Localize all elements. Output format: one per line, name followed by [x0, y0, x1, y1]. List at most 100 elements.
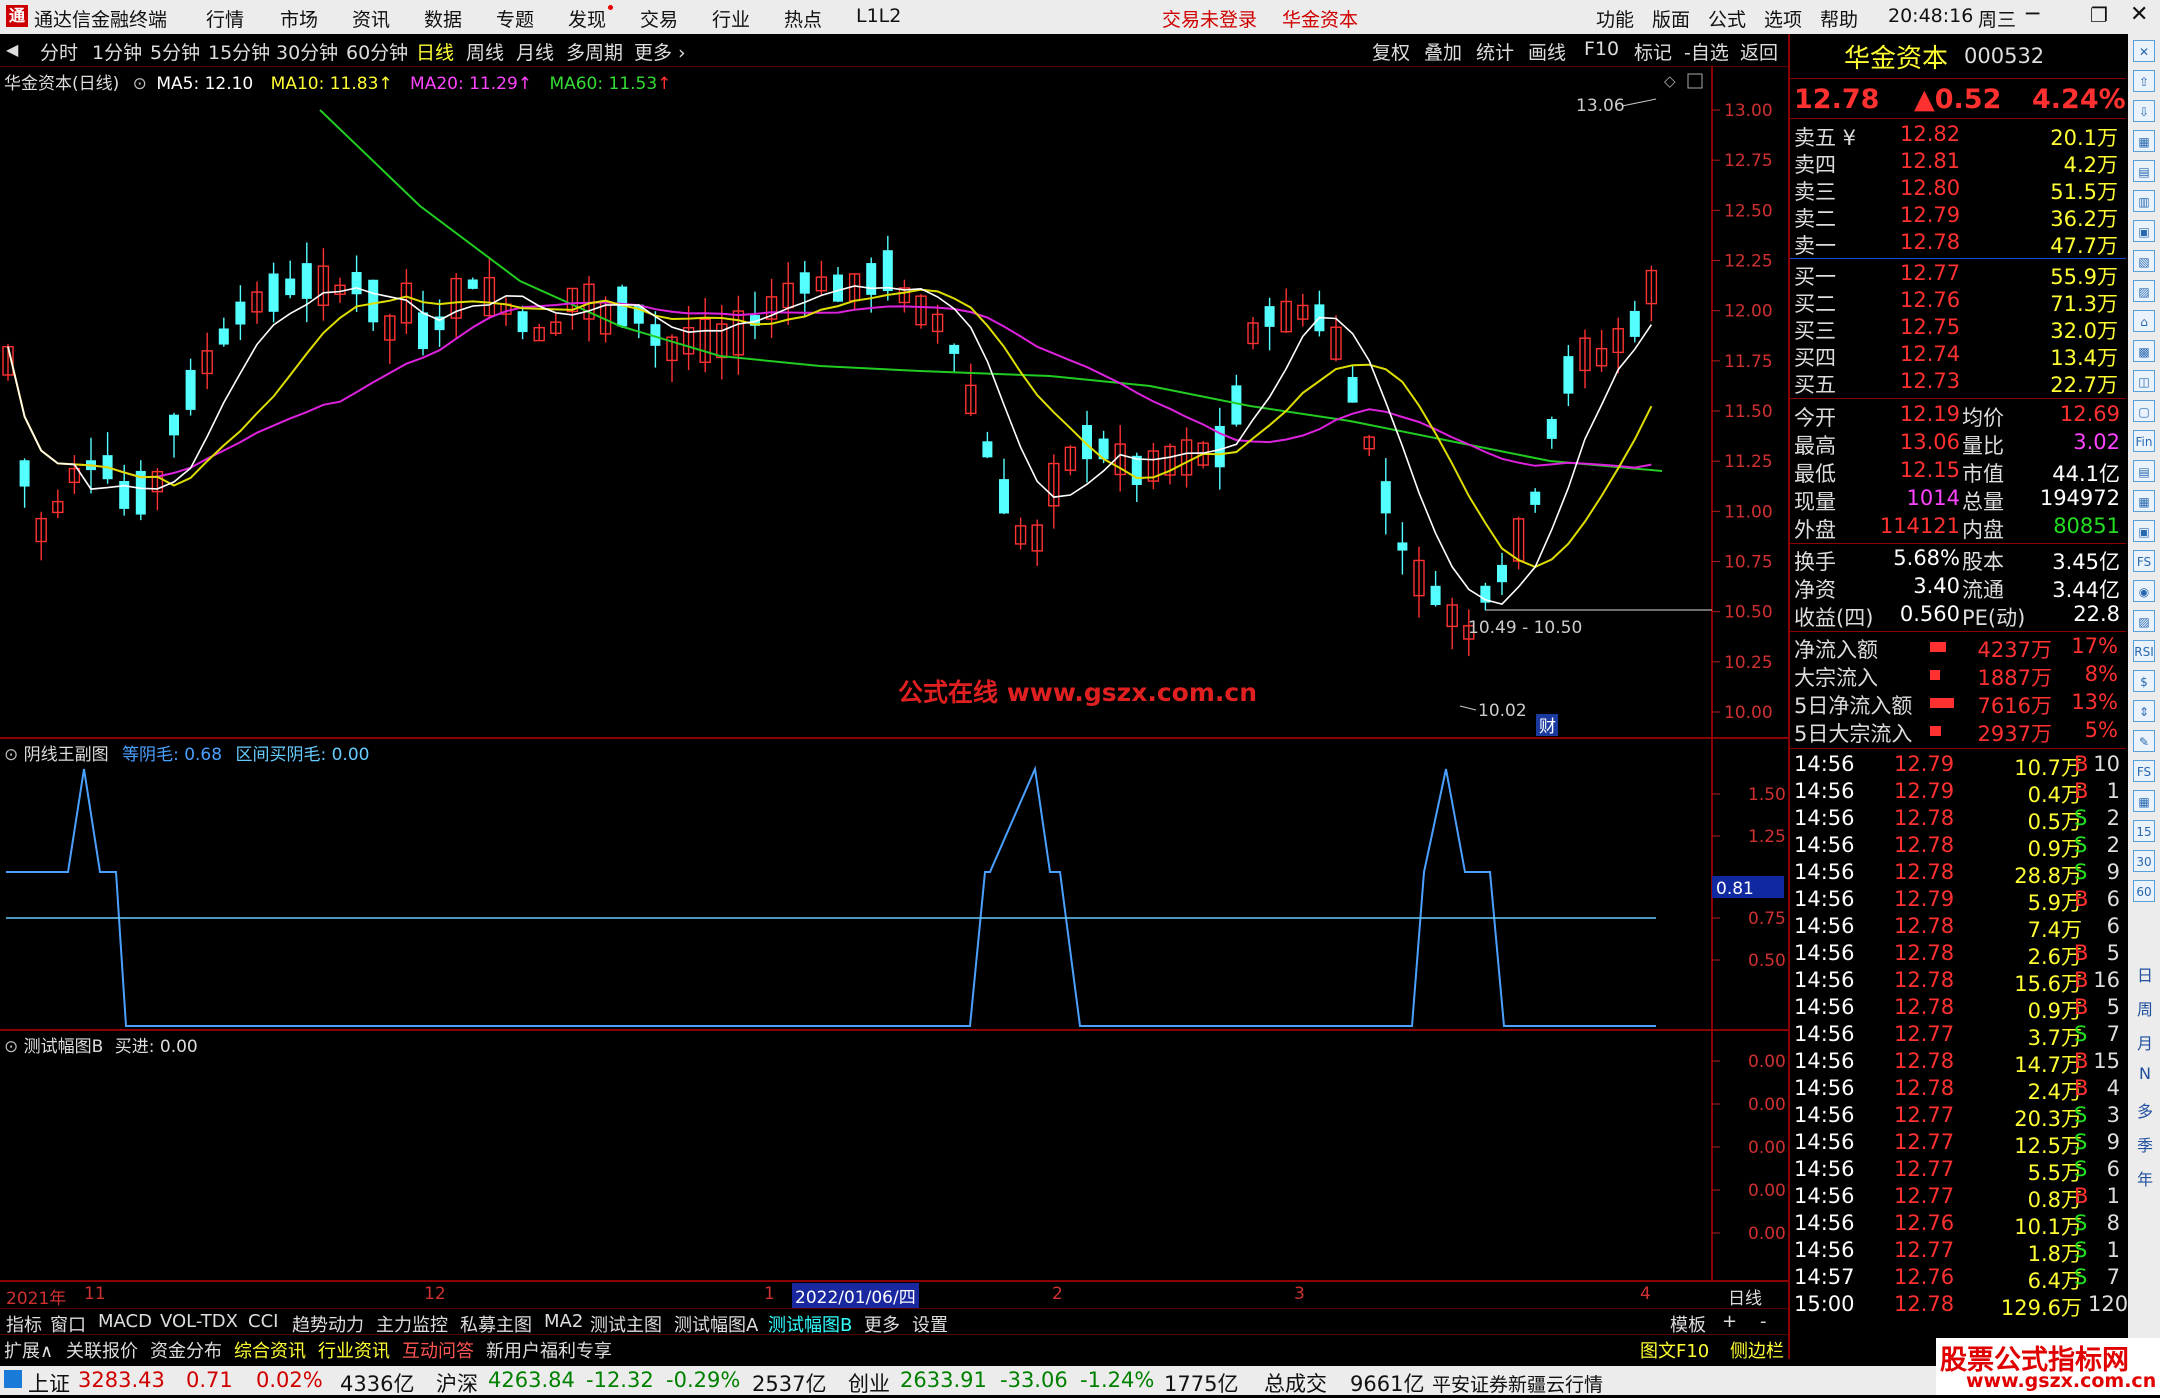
tool-back[interactable]: 返回	[1740, 38, 1778, 65]
menu-hot[interactable]: 热点	[784, 5, 822, 32]
sidebar-tool-icon[interactable]: ◉	[2133, 580, 2155, 602]
tab-related-quotes[interactable]: 关联报价	[66, 1337, 138, 1363]
sidebar-tool-icon[interactable]: ⇩	[2133, 100, 2155, 122]
sidebar-tool-icon[interactable]: ▤	[2133, 460, 2155, 482]
sidebar-period-6[interactable]: 年	[2134, 1166, 2156, 1190]
sidebar-tool-icon[interactable]: ▣	[2133, 220, 2155, 242]
period-more[interactable]: 更多 ›	[634, 38, 686, 65]
tab-ma2[interactable]: MA2	[544, 1311, 583, 1332]
panel-toggle-icon[interactable]	[1687, 73, 1703, 89]
sh-name[interactable]: 上证	[28, 1368, 70, 1398]
server-name[interactable]: 平安证券新疆云行情	[1432, 1370, 1603, 1397]
diamond-icon[interactable]: ◇	[1664, 72, 1676, 90]
settings-circle-icon[interactable]: ⊙	[4, 745, 18, 765]
tab-cci[interactable]: CCI	[248, 1311, 278, 1332]
sidebar-tool-icon[interactable]: FS	[2133, 550, 2155, 572]
stat-label: 市值	[1962, 462, 2004, 486]
sidebar-period-3[interactable]: N	[2134, 1064, 2156, 1083]
sidebar-tool-icon[interactable]: ▨	[2133, 610, 2155, 632]
sidebar-tool-icon[interactable]: Fin	[2133, 430, 2155, 452]
period-15min[interactable]: 15分钟	[208, 38, 270, 65]
tab-new-user-benefits[interactable]: 新用户福利专享	[486, 1337, 612, 1363]
sidebar-tool-icon[interactable]: $	[2133, 670, 2155, 692]
sidebar-tool-icon[interactable]: ▣	[2133, 520, 2155, 542]
period-1min[interactable]: 1分钟	[92, 38, 142, 65]
tab-fund-distribution[interactable]: 资金分布	[150, 1337, 222, 1363]
tool-mark[interactable]: 标记	[1634, 38, 1672, 65]
close-icon[interactable]: ✕	[2130, 2, 2148, 27]
menu-function[interactable]: 功能	[1596, 5, 1634, 32]
tab-expand[interactable]: 扩展∧	[4, 1337, 53, 1363]
sidebar-period-2[interactable]: 月	[2134, 1030, 2156, 1054]
period-intraday[interactable]: 分时	[40, 38, 78, 65]
menu-topic[interactable]: 专题	[496, 5, 534, 32]
f10-button[interactable]: 图文F10	[1640, 1337, 1709, 1363]
sidebar-tool-icon[interactable]: ▤	[2133, 160, 2155, 182]
tool-f10[interactable]: F10	[1584, 38, 1619, 60]
sidebar-tool-icon[interactable]: ▦	[2133, 490, 2155, 512]
menu-help[interactable]: 帮助	[1820, 5, 1858, 32]
sidebar-tool-icon[interactable]: ✎	[2133, 730, 2155, 752]
hs-name[interactable]: 沪深	[436, 1368, 478, 1398]
sidebar-tool-icon[interactable]: ▦	[2133, 130, 2155, 152]
sidebar-period-1[interactable]: 周	[2134, 996, 2156, 1020]
tab-qa[interactable]: 互动问答	[402, 1337, 474, 1363]
collapse-chevron-icon[interactable]: ◀	[6, 40, 18, 59]
menu-news[interactable]: 资讯	[352, 5, 390, 32]
sidebar-tool-icon[interactable]: 30	[2133, 850, 2155, 872]
sidebar-period-4[interactable]: 多	[2134, 1098, 2156, 1122]
cy-name[interactable]: 创业	[848, 1368, 890, 1398]
login-status[interactable]: 交易未登录	[1162, 5, 1257, 32]
tool-draw[interactable]: 画线	[1528, 38, 1566, 65]
period-30min[interactable]: 30分钟	[276, 38, 338, 65]
sidebar-tool-icon[interactable]: ◫	[2133, 370, 2155, 392]
sidebar-tool-icon[interactable]: ▢	[2133, 400, 2155, 422]
menu-l1l2[interactable]: L1L2	[856, 5, 901, 27]
period-weekly[interactable]: 周线	[466, 38, 504, 65]
sidebar-tool-icon[interactable]: 60	[2133, 880, 2155, 902]
period-multi[interactable]: 多周期	[566, 38, 623, 65]
menu-trade[interactable]: 交易	[640, 5, 678, 32]
tool-overlay[interactable]: 叠加	[1424, 38, 1462, 65]
sidebar-tool-icon[interactable]: ⇕	[2133, 700, 2155, 722]
tool-adjust[interactable]: 复权	[1372, 38, 1410, 65]
menu-options[interactable]: 选项	[1764, 5, 1802, 32]
tab-vol-tdx[interactable]: VOL-TDX	[160, 1311, 238, 1332]
restore-icon[interactable]: ❐	[2090, 3, 2108, 27]
tab-industry-news[interactable]: 行业资讯	[318, 1337, 390, 1363]
menu-formula[interactable]: 公式	[1708, 5, 1746, 32]
sidebar-tool-icon[interactable]: FS	[2133, 760, 2155, 782]
sidebar-period-5[interactable]: 季	[2134, 1132, 2156, 1156]
sidebar-tool-icon[interactable]: ▩	[2133, 340, 2155, 362]
menu-layout[interactable]: 版面	[1652, 5, 1690, 32]
tab-macd[interactable]: MACD	[98, 1311, 152, 1332]
sidebar-tool-icon[interactable]: 15	[2133, 820, 2155, 842]
chart-canvas[interactable]: 13.0012.7512.5012.2512.0011.7511.5011.25…	[0, 66, 1788, 1316]
minimize-icon[interactable]: ─	[2026, 2, 2039, 27]
tool-stats[interactable]: 统计	[1476, 38, 1514, 65]
sidebar-tool-icon[interactable]: ▦	[2133, 790, 2155, 812]
sidebar-tool-icon[interactable]: ▥	[2133, 190, 2155, 212]
sidebar-tool-icon[interactable]: ▨	[2133, 280, 2155, 302]
menu-hq[interactable]: 行情	[206, 5, 244, 32]
add-panel-button[interactable]: +	[1722, 1311, 1737, 1332]
menu-market[interactable]: 市场	[280, 5, 318, 32]
sidebar-period-0[interactable]: 日	[2134, 962, 2156, 986]
sidebar-tool-icon[interactable]: ⌂	[2133, 310, 2155, 332]
period-daily[interactable]: 日线	[416, 38, 454, 65]
menu-data[interactable]: 数据	[424, 5, 462, 32]
sidebar-tool-icon[interactable]: ▧	[2133, 250, 2155, 272]
total-turnover-value: 9661亿	[1350, 1372, 1425, 1396]
period-monthly[interactable]: 月线	[516, 38, 554, 65]
period-60min[interactable]: 60分钟	[346, 38, 408, 65]
menu-industry[interactable]: 行业	[712, 5, 750, 32]
remove-panel-button[interactable]: -	[1760, 1311, 1767, 1332]
settings-circle-icon[interactable]: ⊙	[4, 1037, 18, 1057]
sidebar-tool-icon[interactable]: ⇧	[2133, 70, 2155, 92]
sidebar-tool-icon[interactable]: RSI	[2133, 640, 2155, 662]
period-5min[interactable]: 5分钟	[150, 38, 200, 65]
tool-watchlist[interactable]: -自选	[1684, 38, 1729, 65]
tab-general-news[interactable]: 综合资讯	[234, 1337, 306, 1363]
sidebar-tool-icon[interactable]: ✕	[2133, 40, 2155, 62]
menu-discover[interactable]: 发现	[568, 5, 614, 32]
